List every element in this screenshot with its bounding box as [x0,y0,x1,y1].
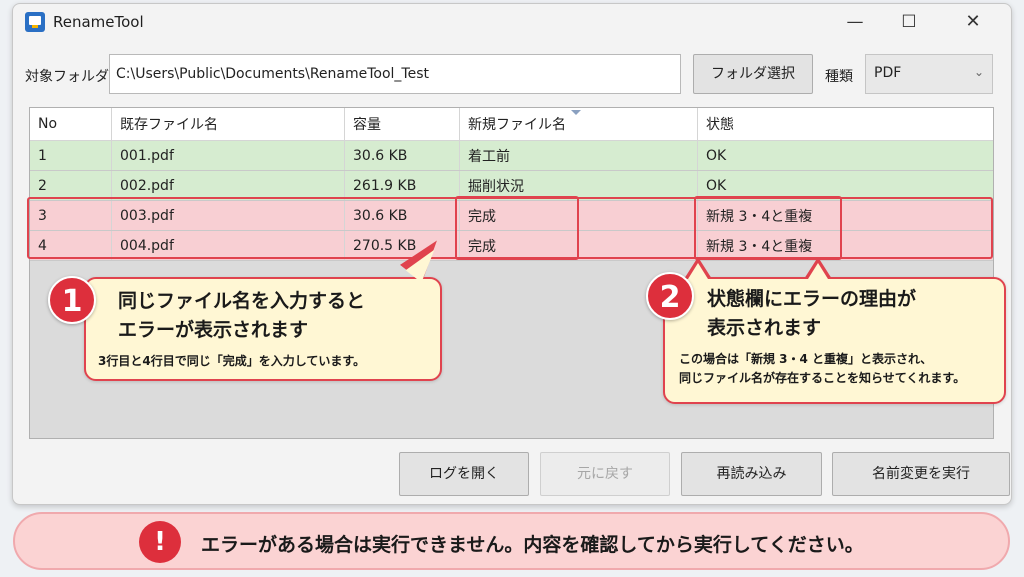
callout-title-line: 同じファイル名を入力すると [118,290,366,312]
select-folder-button[interactable]: フォルダ選択 [693,54,813,94]
type-select[interactable]: PDF ⌄ [865,54,993,94]
minimize-button[interactable]: — [835,9,875,35]
cell-size: 30.6 KB [344,141,459,170]
column-header-no[interactable]: No [30,108,111,140]
column-header-existing-name[interactable]: 既存ファイル名 [111,108,344,140]
callout-duplicate-name: 同じファイル名を入力すると エラーが表示されます 3行目と4行目で同じ「完成」を… [84,277,442,381]
callout-description-line: この場合は「新規 3・4 と重複」と表示され、 [679,352,933,366]
banner-text: エラーがある場合は実行できません。内容を確認してから実行してください。 [201,534,864,556]
app-icon [25,12,45,32]
error-notice-banner: ! エラーがある場合は実行できません。内容を確認してから実行してください。 [13,512,1010,570]
chevron-down-icon: ⌄ [973,65,984,79]
status-highlight [694,196,842,260]
column-header-size[interactable]: 容量 [344,108,459,140]
cell-existing-name: 002.pdf [111,171,344,200]
column-header-status[interactable]: 状態 [697,108,993,140]
cell-no: 4 [38,237,47,254]
cell-no: 1 [38,147,47,164]
close-button[interactable]: ✕ [953,9,993,35]
callout-title-line: 表示されます [707,317,822,339]
exclamation-icon: ! [139,521,181,563]
cell-status: OK [697,141,993,170]
callout-title: 同じファイル名を入力すると エラーが表示されます [118,287,438,345]
callout-description-line: 同じファイル名が存在することを知らせてくれます。 [679,371,966,385]
callout-title-line: 状態欄にエラーの理由が [707,288,917,310]
title-bar[interactable]: RenameTool — ☐ ✕ [13,4,1011,38]
step-number-badge: 2 [646,272,694,320]
cell-size: 30.6 KB [344,201,459,230]
callout-pointer-fill [688,263,708,279]
folder-label: 対象フォルダ [25,69,109,85]
execute-rename-button[interactable]: 名前変更を実行 [832,452,1010,496]
cell-new-name[interactable]: 着工前 [459,141,697,170]
table-row[interactable]: 1 001.pdf 30.6 KB 着工前 OK [30,141,993,171]
sort-indicator-icon [571,110,581,115]
callout-description: この場合は「新規 3・4 と重複」と表示され、 同じファイル名が存在することを知… [679,350,965,388]
open-log-button[interactable]: ログを開く [399,452,529,496]
callout-pointer-fill [808,263,828,279]
step-number-badge: 1 [48,276,96,324]
cell-size: 261.9 KB [344,171,459,200]
cell-existing-name: 001.pdf [111,141,344,170]
callout-title-line: エラーが表示されます [118,319,309,341]
cell-existing-name: 004.pdf [111,231,344,260]
table-header: No 既存ファイル名 容量 新規ファイル名 状態 [30,108,993,141]
reload-button[interactable]: 再読み込み [681,452,822,496]
new-name-highlight [455,196,579,260]
folder-path-input[interactable]: C:\Users\Public\Documents\RenameTool_Tes… [109,54,681,94]
type-label: 種類 [825,69,853,85]
cell-no: 2 [38,177,47,194]
cell-existing-name: 003.pdf [111,201,344,230]
callout-title: 状態欄にエラーの理由が 表示されます [707,285,997,343]
callout-status-reason: 状態欄にエラーの理由が 表示されます この場合は「新規 3・4 と重複」と表示さ… [663,277,1006,404]
window-title: RenameTool [53,13,144,31]
type-select-value: PDF [874,65,902,81]
maximize-button[interactable]: ☐ [889,9,929,35]
undo-button[interactable]: 元に戻す [540,452,670,496]
callout-description: 3行目と4行目で同じ「完成」を入力しています。 [98,354,366,368]
cell-no: 3 [38,207,47,224]
